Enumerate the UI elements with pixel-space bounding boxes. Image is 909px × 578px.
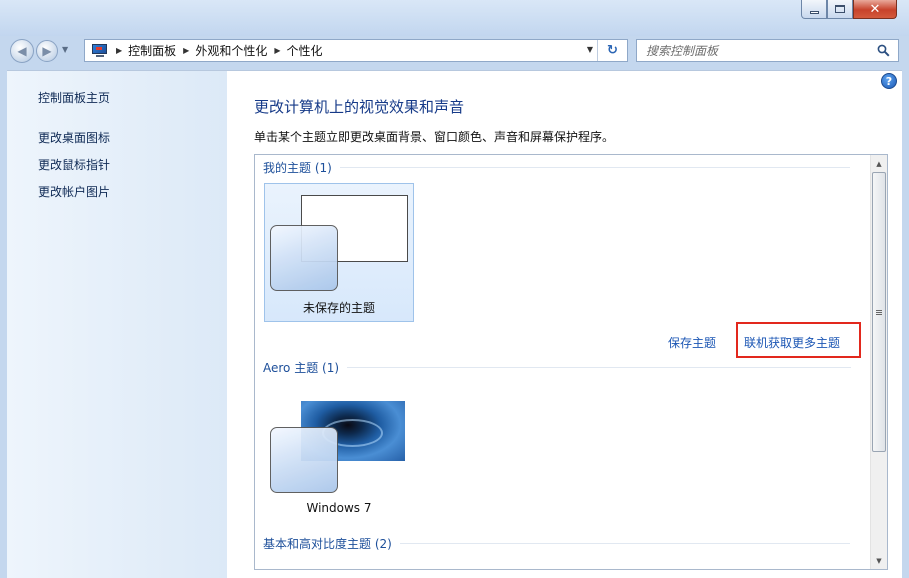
sidebar-item-control-panel-home[interactable]: 控制面板主页 xyxy=(38,89,110,106)
save-theme-link[interactable]: 保存主题 xyxy=(668,334,716,351)
section-divider xyxy=(339,167,850,168)
breadcrumb-appearance[interactable]: 外观和个性化 xyxy=(195,42,267,59)
maximize-button[interactable] xyxy=(827,0,853,19)
search-icon[interactable] xyxy=(877,44,890,57)
control-panel-icon xyxy=(91,43,109,58)
refresh-icon: ↻ xyxy=(607,43,618,58)
section-aero-themes[interactable]: Aero 主题 (1) xyxy=(263,359,852,376)
theme-windows-7[interactable]: Windows 7 xyxy=(264,385,414,524)
theme-name: Windows 7 xyxy=(306,501,372,515)
breadcrumb-separator[interactable]: ▶ xyxy=(183,46,189,55)
breadcrumb-personalization[interactable]: 个性化 xyxy=(287,42,323,59)
minimize-button[interactable] xyxy=(801,0,827,19)
breadcrumb-control-panel[interactable]: 控制面板 xyxy=(128,42,176,59)
section-header-label: 基本和高对比度主题 (2) xyxy=(263,537,392,551)
grip-icon xyxy=(876,309,882,315)
themes-list: 我的主题 (1) 未保存的主题 保存主题 联机获取更多主题 Aero 主题 (1… xyxy=(254,154,888,570)
section-my-themes[interactable]: 我的主题 (1) xyxy=(263,159,850,176)
theme-preview-glass xyxy=(270,427,338,493)
section-header-label: 我的主题 (1) xyxy=(263,161,332,175)
forward-icon: ▶ xyxy=(42,44,52,58)
help-icon[interactable]: ? xyxy=(881,73,897,89)
search-box xyxy=(636,39,899,62)
window-controls: ✕ xyxy=(801,0,897,19)
section-divider xyxy=(399,543,850,544)
scroll-down-button[interactable]: ▼ xyxy=(871,552,887,569)
content-window: 控制面板主页 更改桌面图标 更改鼠标指针 更改帐户图片 ? 更改计算机上的视觉效… xyxy=(7,70,902,578)
back-button[interactable]: ◀ xyxy=(10,39,34,63)
recent-pages-dropdown[interactable]: ▼ xyxy=(62,45,68,54)
section-header-label: Aero 主题 (1) xyxy=(263,361,340,375)
address-dropdown[interactable]: ▼ xyxy=(587,45,593,54)
breadcrumb-separator[interactable]: ▶ xyxy=(116,46,122,55)
task-sidebar: 控制面板主页 更改桌面图标 更改鼠标指针 更改帐户图片 xyxy=(7,71,227,578)
refresh-button[interactable]: ↻ xyxy=(597,40,627,61)
minimize-icon xyxy=(809,10,819,14)
get-more-themes-online-link[interactable]: 联机获取更多主题 xyxy=(744,334,840,351)
sidebar-item-account-picture[interactable]: 更改帐户图片 xyxy=(38,183,110,200)
page-title: 更改计算机上的视觉效果和声音 xyxy=(254,98,465,116)
navigation-bar: ◀ ▶ ▼ ▶ 控制面板 ▶ 外观和个性化 ▶ 个性化 ▼ ↻ xyxy=(0,36,909,64)
section-basic-high-contrast-themes[interactable]: 基本和高对比度主题 (2) xyxy=(263,535,850,552)
forward-button[interactable]: ▶ xyxy=(36,40,58,62)
theme-unsaved[interactable]: 未保存的主题 xyxy=(264,183,414,322)
search-input[interactable] xyxy=(637,40,867,61)
close-icon: ✕ xyxy=(869,1,881,17)
scroll-thumb[interactable] xyxy=(872,172,886,452)
title-bar: ✕ xyxy=(0,0,909,36)
theme-name: 未保存的主题 xyxy=(302,301,375,315)
theme-preview-glass xyxy=(270,225,338,291)
maximize-icon xyxy=(835,5,845,13)
close-button[interactable]: ✕ xyxy=(853,0,897,19)
vertical-scrollbar[interactable]: ▲ ▼ xyxy=(870,155,887,569)
page-description: 单击某个主题立即更改桌面背景、窗口颜色、声音和屏幕保护程序。 xyxy=(254,130,615,144)
sidebar-item-desktop-icons[interactable]: 更改桌面图标 xyxy=(38,129,110,146)
breadcrumb-separator[interactable]: ▶ xyxy=(274,46,280,55)
section-divider xyxy=(347,367,852,368)
scroll-up-button[interactable]: ▲ xyxy=(871,155,887,172)
address-bar[interactable]: ▶ 控制面板 ▶ 外观和个性化 ▶ 个性化 ▼ ↻ xyxy=(84,39,628,62)
back-icon: ◀ xyxy=(17,44,27,58)
sidebar-item-mouse-pointers[interactable]: 更改鼠标指针 xyxy=(38,156,110,173)
